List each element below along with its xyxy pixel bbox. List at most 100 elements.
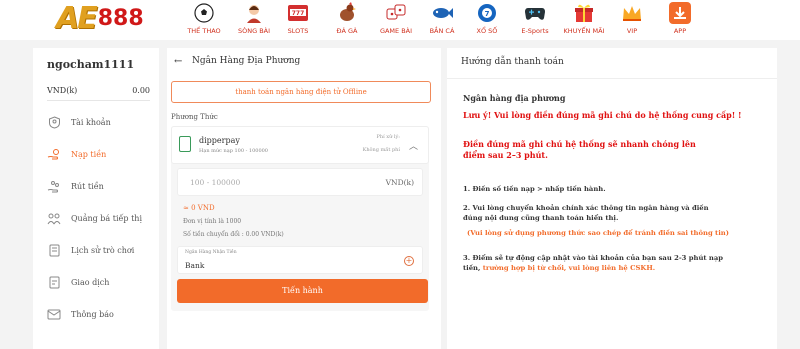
sidebar-item-label: Tài khoản	[71, 117, 111, 127]
balance-row: VND(k) 0.00	[47, 86, 150, 95]
nav-label: VIP	[626, 27, 638, 35]
bank-value: Bank	[185, 261, 205, 270]
nav-item-card-games[interactable]: GAME BÀI	[372, 0, 420, 40]
sidebar-item-withdraw[interactable]: Rút tiền	[47, 175, 157, 197]
back-arrow-icon[interactable]: ←	[174, 56, 182, 67]
payment-guide-panel: Hướng dẫn thanh toán Ngân hàng địa phươn…	[447, 48, 777, 349]
phone-icon	[179, 136, 191, 152]
nav-label: KHUYẾN MÃI	[563, 27, 605, 35]
bank-label: Ngân Hàng Nhận Tiền	[185, 250, 237, 255]
guide-step-3-contact: trường hợp bị từ chối, vui lòng liên hệ …	[482, 264, 656, 272]
sidebar-item-label: Lịch sử trò chơi	[71, 245, 135, 255]
divider	[47, 100, 150, 101]
nav-label: BẮN CÁ	[429, 27, 455, 35]
svg-text:7: 7	[485, 10, 490, 18]
nav-item-sports[interactable]: THỂ THAO	[180, 0, 228, 40]
account-sidebar: ngocham1111 VND(k) 0.00 Tài khoản Nạp ti…	[33, 48, 159, 349]
warning-note-code: Lưu ý! Vui lòng điền đúng mã ghi chú do …	[463, 110, 742, 120]
payment-method-box: dipperpay Hạn mức nạp 100 - 100000 Phí x…	[171, 126, 429, 311]
add-icon[interactable]: +	[404, 256, 414, 266]
sidebar-item-game-history[interactable]: Lịch sử trò chơi	[47, 239, 157, 261]
guide-title: Hướng dẫn thanh toán	[461, 57, 564, 67]
gift-icon	[573, 2, 595, 24]
nav-item-cockfight[interactable]: ĐÁ GÀ	[323, 0, 371, 40]
sidebar-item-account[interactable]: Tài khoản	[47, 111, 157, 133]
sidebar-item-transactions[interactable]: Giao dịch	[47, 271, 157, 293]
sidebar-item-label: Giao dịch	[71, 277, 110, 287]
promote-icon	[47, 211, 61, 225]
nav-item-fishing[interactable]: BẮN CÁ	[418, 0, 466, 40]
fee-value: Không mất phí	[362, 147, 400, 153]
nav-item-promotions[interactable]: KHUYẾN MÃI	[560, 0, 608, 40]
logo-number: 888	[97, 5, 144, 31]
amount-unit: VND(k)	[385, 178, 414, 187]
guide-step-2: 2. Vui lòng chuyển khoản chính xác thông…	[463, 204, 709, 222]
amount-input[interactable]: 100 - 100000 VND(k)	[177, 168, 423, 196]
sidebar-item-label: Nạp tiền	[71, 149, 107, 159]
nav-label: SÒNG BÀI	[237, 27, 271, 35]
payment-name: dipperpay	[199, 136, 240, 145]
guide-step-1: 1. Điền số tiền nạp > nhấp tiến hành.	[463, 185, 606, 193]
receiving-bank-select[interactable]: Ngân Hàng Nhận Tiền Bank +	[177, 246, 423, 274]
nav-label: GAME BÀI	[379, 27, 413, 35]
mail-icon	[47, 307, 61, 321]
history-icon	[47, 243, 61, 257]
transaction-icon	[47, 275, 61, 289]
sidebar-item-notifications[interactable]: Thông báo	[47, 303, 157, 325]
divider	[447, 78, 777, 79]
nav-item-casino[interactable]: SÒNG BÀI	[230, 0, 278, 40]
top-navbar: AE 888 THỂ THAO SÒNG BÀI 777 SLOTS ĐÁ GÀ…	[0, 0, 800, 40]
amount-placeholder: 100 - 100000	[190, 178, 241, 187]
guide-step-3: 3. Điểm sẽ tự động cập nhật vào tài khoả…	[463, 253, 733, 273]
guide-heading: Ngân hàng địa phương	[463, 93, 566, 103]
fee-label: Phí xử lý:	[376, 134, 400, 140]
currency-label: VND(k)	[47, 86, 78, 95]
lottery-ball-icon: 7	[476, 2, 498, 24]
conversion-info: Số tiền chuyển đổi : 0.00 VND(k)	[183, 231, 284, 238]
nav-item-slots[interactable]: 777 SLOTS	[274, 0, 322, 40]
offline-bank-button[interactable]: thanh toán ngân hàng điện tử Offline	[171, 81, 431, 103]
unit-info: Đơn vị tính là 1000	[183, 218, 242, 225]
payment-method-label: Phương Thức	[171, 113, 218, 121]
nav-label: THỂ THAO	[187, 27, 221, 35]
nav-label: E-Sports	[521, 27, 549, 35]
nav-item-esports[interactable]: E-Sports	[511, 0, 559, 40]
guide-step-2-note: (Vui lòng sử dụng phương thức sao chép đ…	[467, 229, 729, 237]
nav-label: XỔ SỐ	[476, 27, 498, 35]
nav-item-vip[interactable]: VIP	[608, 0, 656, 40]
warning-note-speed: Điền đúng mã ghi chú hệ thống sẽ nhanh c…	[463, 139, 696, 160]
brand-logo[interactable]: AE 888	[56, 0, 174, 36]
nav-label: ĐÁ GÀ	[336, 27, 358, 35]
chevron-up-icon[interactable]: ︿	[409, 139, 418, 152]
slot-machine-icon: 777	[287, 2, 309, 24]
download-icon	[669, 2, 691, 24]
vnd-equivalent: ≈ 0 VND	[183, 204, 215, 212]
balance-value: 0.00	[132, 86, 150, 95]
page-title: Ngân Hàng Địa Phương	[192, 56, 301, 66]
nav-item-app[interactable]: APP	[656, 0, 704, 40]
nav-label: SLOTS	[287, 27, 309, 35]
deposit-icon	[47, 147, 61, 161]
logo-text: AE	[56, 0, 98, 36]
user-icon	[47, 115, 61, 129]
dice-icon	[385, 2, 407, 24]
crown-icon	[621, 2, 643, 24]
nav-item-lottery[interactable]: 7 XỔ SỐ	[463, 0, 511, 40]
rooster-icon	[336, 2, 358, 24]
sidebar-item-label: Thông báo	[71, 309, 114, 319]
sidebar-item-label: Rút tiền	[71, 181, 104, 191]
sidebar-item-label: Quảng bá tiếp thị	[71, 213, 143, 223]
payment-method-option[interactable]: dipperpay Hạn mức nạp 100 - 100000 Phí x…	[171, 126, 429, 164]
deposit-panel: ← Ngân Hàng Địa Phương thanh toán ngân h…	[167, 48, 441, 349]
sidebar-item-marketing[interactable]: Quảng bá tiếp thị	[47, 207, 157, 229]
dealer-icon	[243, 2, 265, 24]
payment-limit: Hạn mức nạp 100 - 100000	[199, 148, 268, 154]
username: ngocham1111	[47, 58, 135, 71]
soccer-ball-icon	[193, 2, 215, 24]
proceed-button[interactable]: Tiến hành	[177, 279, 428, 303]
nav-label: APP	[673, 27, 687, 35]
fish-icon	[431, 2, 453, 24]
svg-text:777: 777	[292, 10, 305, 17]
sidebar-item-deposit[interactable]: Nạp tiền	[47, 143, 157, 165]
withdraw-icon	[47, 179, 61, 193]
